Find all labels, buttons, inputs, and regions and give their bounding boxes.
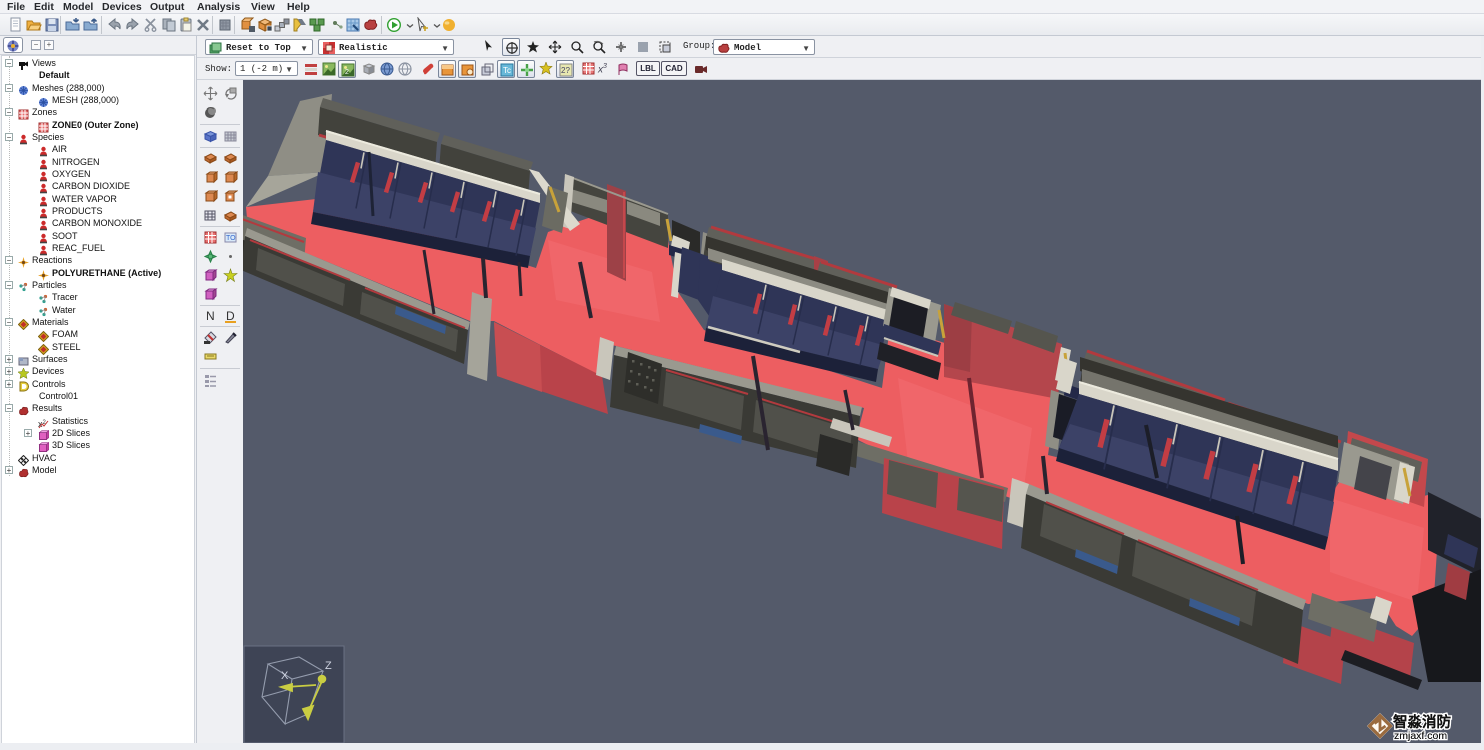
svg-text:D: D xyxy=(226,309,235,323)
svg-text:zmjaxf.com: zmjaxf.com xyxy=(1394,730,1447,742)
svg-text:Z: Z xyxy=(325,660,332,672)
svg-text:TO: TO xyxy=(226,235,236,242)
svg-text:X: X xyxy=(281,670,289,682)
svg-text:智淼消防: 智淼消防 xyxy=(1393,713,1451,731)
svg-text:N: N xyxy=(206,309,215,323)
